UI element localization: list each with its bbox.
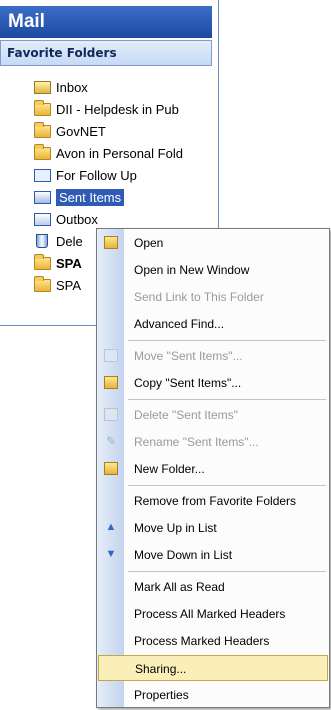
menu-item-label: Send Link to This Folder <box>134 290 264 304</box>
outbox-icon <box>34 213 51 226</box>
pane-title: Mail <box>0 6 212 38</box>
up-arrow-icon: ▲ <box>105 521 117 533</box>
rename-icon: ✎ <box>105 434 117 448</box>
menu-item-rename[interactable]: ✎ Rename "Sent Items"... <box>98 429 328 455</box>
folder-label: Sent Items <box>56 189 125 206</box>
menu-item-move-down[interactable]: ▼ Move Down in List <box>98 542 328 568</box>
menu-item-copy[interactable]: Copy "Sent Items"... <box>98 370 328 396</box>
menu-item-label: Process All Marked Headers <box>134 607 286 621</box>
menu-item-move[interactable]: Move "Sent Items"... <box>98 343 328 369</box>
menu-item-open-new-window[interactable]: Open in New Window <box>98 257 328 283</box>
folder-label: SPA <box>56 278 82 293</box>
menu-item-label: Process Marked Headers <box>134 634 270 648</box>
menu-item-move-up[interactable]: ▲ Move Up in List <box>98 515 328 541</box>
menu-item-sharing[interactable]: Sharing... <box>98 655 328 681</box>
folder-icon <box>34 254 51 270</box>
copy-icon <box>104 376 118 389</box>
down-arrow-icon: ▼ <box>105 548 117 560</box>
menu-separator <box>128 340 326 341</box>
folder-item-govnet[interactable]: GovNET <box>34 121 214 143</box>
menu-separator <box>128 399 326 400</box>
menu-item-label: Move Up in List <box>134 521 217 535</box>
folder-label: DII - Helpdesk in Pub <box>56 102 179 117</box>
menu-item-label: Properties <box>134 688 189 702</box>
menu-item-remove-favorites[interactable]: Remove from Favorite Folders <box>98 488 328 514</box>
menu-item-label: Move Down in List <box>134 548 233 562</box>
folder-item-sent-items[interactable]: Sent Items <box>34 187 214 209</box>
folder-icon <box>34 144 51 160</box>
deleted-items-icon <box>36 234 48 248</box>
menu-separator <box>128 485 326 486</box>
menu-separator <box>128 571 326 572</box>
menu-item-label: Rename "Sent Items"... <box>134 435 259 449</box>
menu-item-label: New Folder... <box>134 462 205 476</box>
menu-item-label: Move "Sent Items"... <box>134 349 243 363</box>
delete-icon <box>104 408 118 421</box>
folder-label: Inbox <box>56 80 88 95</box>
folder-label: SPA <box>56 256 82 271</box>
menu-item-label: Copy "Sent Items"... <box>134 376 242 390</box>
folder-item-for-follow-up[interactable]: For Follow Up <box>34 165 214 187</box>
menu-item-process-marked[interactable]: Process Marked Headers <box>98 628 328 654</box>
folder-label: Dele <box>56 234 83 249</box>
menu-item-properties[interactable]: Properties <box>98 682 328 708</box>
folder-item-avon[interactable]: Avon in Personal Fold <box>34 143 214 165</box>
menu-item-send-link[interactable]: Send Link to This Folder <box>98 284 328 310</box>
folder-label: GovNET <box>56 124 106 139</box>
search-folder-icon <box>34 169 51 182</box>
open-folder-icon <box>104 236 118 249</box>
menu-item-advanced-find[interactable]: Advanced Find... <box>98 311 328 337</box>
menu-item-delete[interactable]: Delete "Sent Items" <box>98 402 328 428</box>
new-folder-icon <box>104 462 118 475</box>
menu-item-label: Sharing... <box>135 662 187 676</box>
menu-item-label: Advanced Find... <box>134 317 225 331</box>
folder-icon <box>34 276 51 292</box>
menu-item-label: Delete "Sent Items" <box>134 408 238 422</box>
folder-label: Avon in Personal Fold <box>56 146 183 161</box>
folder-context-menu: Open Open in New Window Send Link to Thi… <box>96 228 330 708</box>
menu-item-label: Mark All as Read <box>134 580 225 594</box>
menu-item-open[interactable]: Open <box>98 230 328 256</box>
folder-icon <box>34 100 51 116</box>
folder-icon <box>34 122 51 138</box>
menu-item-new-folder[interactable]: New Folder... <box>98 456 328 482</box>
favorite-folders-header[interactable]: Favorite Folders <box>0 40 212 66</box>
menu-item-process-all-marked[interactable]: Process All Marked Headers <box>98 601 328 627</box>
folder-item-dii-helpdesk[interactable]: DII - Helpdesk in Pub <box>34 99 214 121</box>
folder-label: For Follow Up <box>56 168 137 183</box>
menu-item-label: Open <box>134 236 164 250</box>
folder-label: Outbox <box>56 212 98 227</box>
inbox-icon <box>34 81 51 94</box>
sent-items-icon <box>34 191 51 204</box>
menu-item-label: Open in New Window <box>134 263 250 277</box>
menu-item-mark-all-read[interactable]: Mark All as Read <box>98 574 328 600</box>
move-icon <box>104 349 118 362</box>
menu-item-label: Remove from Favorite Folders <box>134 494 297 508</box>
folder-item-inbox[interactable]: Inbox <box>34 77 214 99</box>
